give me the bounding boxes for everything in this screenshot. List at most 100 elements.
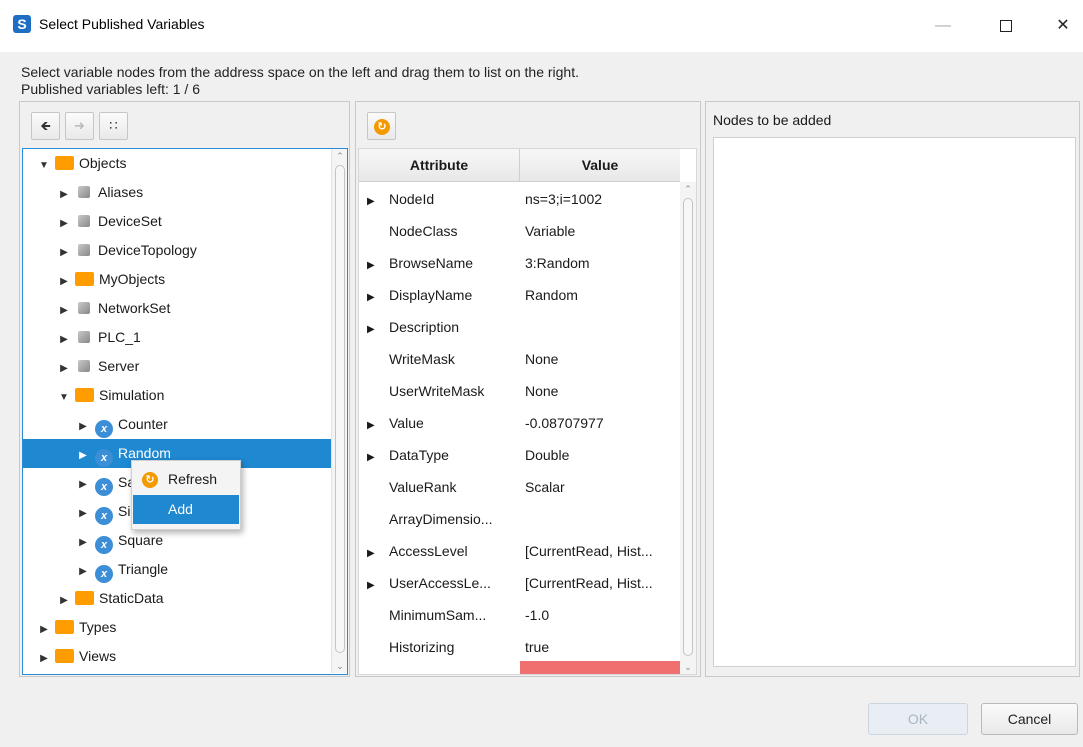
- collapsed-arrow-icon[interactable]: ▶: [76, 499, 90, 528]
- expanded-arrow-icon[interactable]: ▼: [57, 383, 71, 412]
- tree-node[interactable]: ▶ Aliases: [23, 178, 331, 207]
- collapsed-arrow-icon[interactable]: ▶: [367, 282, 389, 314]
- tree-node[interactable]: ▶ x Triangle: [23, 555, 331, 584]
- tree-node[interactable]: ▶ DeviceTopology: [23, 236, 331, 265]
- tree-node[interactable]: ▶ StaticData: [23, 584, 331, 613]
- close-button[interactable]: ✕: [1040, 0, 1083, 52]
- attribute-name: WriteMask: [389, 351, 455, 367]
- tree-node-label: DeviceSet: [98, 213, 162, 229]
- context-menu-refresh[interactable]: ↻ Refresh: [133, 465, 239, 494]
- attribute-row[interactable]: ▶ UserAccessLe... [CurrentRead, Hist...: [359, 567, 681, 599]
- attribute-value: None: [525, 383, 559, 399]
- tree-node[interactable]: ▼ Objects: [23, 149, 331, 178]
- tree-node[interactable]: ▶ Server: [23, 352, 331, 381]
- scroll-thumb[interactable]: [335, 165, 345, 653]
- collapsed-arrow-icon[interactable]: ▶: [367, 410, 389, 442]
- attribute-name-cell: ▶ UserAccessLe...: [359, 567, 520, 602]
- collapsed-arrow-icon[interactable]: ▶: [76, 557, 90, 586]
- scroll-down-icon[interactable]: ⌄: [332, 659, 347, 673]
- collapsed-arrow-icon[interactable]: ▶: [367, 250, 389, 282]
- collapsed-arrow-icon[interactable]: ▶: [57, 354, 71, 383]
- scroll-thumb[interactable]: [683, 198, 693, 656]
- collapsed-arrow-icon[interactable]: ▶: [57, 296, 71, 325]
- collapsed-arrow-icon[interactable]: ▶: [57, 586, 71, 615]
- collapse-button[interactable]: ∷: [99, 112, 128, 140]
- tree-node[interactable]: ▶ Views: [23, 642, 331, 671]
- ok-button[interactable]: OK: [868, 703, 968, 735]
- attribute-row[interactable]: ▶ AccessLevel [CurrentRead, Hist...: [359, 535, 681, 567]
- collapsed-arrow-icon[interactable]: ▶: [57, 238, 71, 267]
- collapsed-arrow-icon[interactable]: ▶: [367, 314, 389, 346]
- tree-node[interactable]: ▼ Simulation: [23, 381, 331, 410]
- forward-button[interactable]: ➜: [65, 112, 94, 140]
- attribute-row[interactable]: ▶ Description: [359, 311, 681, 343]
- attribute-row[interactable]: MinimumSam... -1.0: [359, 599, 681, 631]
- context-menu: ↻ Refresh Add: [131, 460, 241, 530]
- expanded-arrow-icon[interactable]: ▼: [37, 151, 51, 180]
- attribute-row[interactable]: Historizing true: [359, 631, 681, 663]
- collapsed-arrow-icon[interactable]: ▶: [367, 442, 389, 474]
- folder-icon: [75, 272, 94, 286]
- attribute-row[interactable]: ▶ DisplayName Random: [359, 279, 681, 311]
- attribute-row[interactable]: ▶ DataType Double: [359, 439, 681, 471]
- attribute-row[interactable]: ▶ NodeId ns=3;i=1002: [359, 183, 681, 215]
- collapsed-arrow-icon[interactable]: ▶: [367, 570, 389, 602]
- tree-node[interactable]: ▶ x Square: [23, 526, 331, 555]
- collapsed-arrow-icon[interactable]: ▶: [367, 186, 389, 218]
- attribute-name: NodeClass: [389, 223, 458, 239]
- cancel-button[interactable]: Cancel: [981, 703, 1078, 735]
- tree-node[interactable]: ▶ NetworkSet: [23, 294, 331, 323]
- attribute-row[interactable]: ArrayDimensio...: [359, 503, 681, 535]
- tree-node[interactable]: ▶ Types: [23, 613, 331, 642]
- column-header-value[interactable]: Value: [520, 149, 680, 182]
- attribute-row[interactable]: NodeClass Variable: [359, 215, 681, 247]
- maximize-button[interactable]: [983, 0, 1029, 52]
- column-header-attribute[interactable]: Attribute: [359, 149, 520, 182]
- collapsed-arrow-icon[interactable]: ▶: [76, 528, 90, 557]
- attribute-row[interactable]: UserWriteMask None: [359, 375, 681, 407]
- address-space-tree[interactable]: ⌃ ⌄ ▼ Objects ▶ Aliases ▶ DeviceSet ▶ DeviceTop…: [22, 148, 348, 675]
- attribute-row[interactable]: ▶ BrowseName 3:Random: [359, 247, 681, 279]
- attributes-table[interactable]: Attribute Value ⌃ ⌄ ▶ NodeId ns=3;i=1002 No…: [358, 148, 697, 675]
- back-button[interactable]: 🡸: [31, 112, 60, 140]
- collapsed-arrow-icon[interactable]: ▶: [37, 615, 51, 644]
- refresh-button[interactable]: ↻: [367, 112, 396, 140]
- variable-icon: x: [95, 565, 113, 583]
- object-icon: [78, 360, 90, 372]
- tree-node[interactable]: ▶ DeviceSet: [23, 207, 331, 236]
- tree-node-label: Server: [98, 358, 140, 374]
- attribute-row[interactable]: ValueRank Scalar: [359, 471, 681, 503]
- minimize-button[interactable]: —: [920, 0, 966, 52]
- scroll-up-icon[interactable]: ⌃: [332, 149, 347, 163]
- tree-scrollbar[interactable]: ⌃ ⌄: [331, 149, 347, 673]
- folder-icon: [55, 620, 74, 634]
- collapsed-arrow-icon[interactable]: ▶: [76, 412, 90, 441]
- refresh-icon: ↻: [142, 472, 158, 488]
- attributes-scrollbar[interactable]: ⌃ ⌄: [680, 182, 696, 674]
- attribute-value: -1.0: [525, 607, 550, 623]
- attribute-name-cell: ValueRank: [359, 471, 520, 503]
- attribute-name: UserAccessLe...: [389, 575, 491, 591]
- collapsed-arrow-icon[interactable]: ▶: [76, 470, 90, 499]
- nodes-to-add-list[interactable]: [713, 137, 1076, 667]
- collapsed-arrow-icon[interactable]: ▶: [37, 644, 51, 673]
- variable-icon: x: [95, 478, 113, 496]
- attribute-value: [CurrentRead, Hist...: [525, 543, 653, 559]
- collapsed-arrow-icon[interactable]: ▶: [57, 325, 71, 354]
- collapsed-arrow-icon[interactable]: ▶: [57, 267, 71, 296]
- scroll-down-icon[interactable]: ⌄: [680, 660, 696, 674]
- arrow-left-icon: 🡸: [40, 118, 51, 133]
- attribute-name: NodeId: [389, 191, 435, 207]
- tree-node[interactable]: ▶ MyObjects: [23, 265, 331, 294]
- attribute-row[interactable]: ▶ Value -0.08707977: [359, 407, 681, 439]
- collapsed-arrow-icon[interactable]: ▶: [76, 441, 90, 470]
- tree-node[interactable]: ▶ x Counter: [23, 410, 331, 439]
- context-menu-add[interactable]: Add: [133, 495, 239, 524]
- collapsed-arrow-icon[interactable]: ▶: [57, 209, 71, 238]
- collapsed-arrow-icon[interactable]: ▶: [367, 538, 389, 570]
- collapsed-arrow-icon[interactable]: ▶: [57, 180, 71, 209]
- tree-node-label: Types: [79, 619, 117, 635]
- scroll-up-icon[interactable]: ⌃: [680, 182, 696, 196]
- attribute-row[interactable]: WriteMask None: [359, 343, 681, 375]
- tree-node[interactable]: ▶ PLC_1: [23, 323, 331, 352]
